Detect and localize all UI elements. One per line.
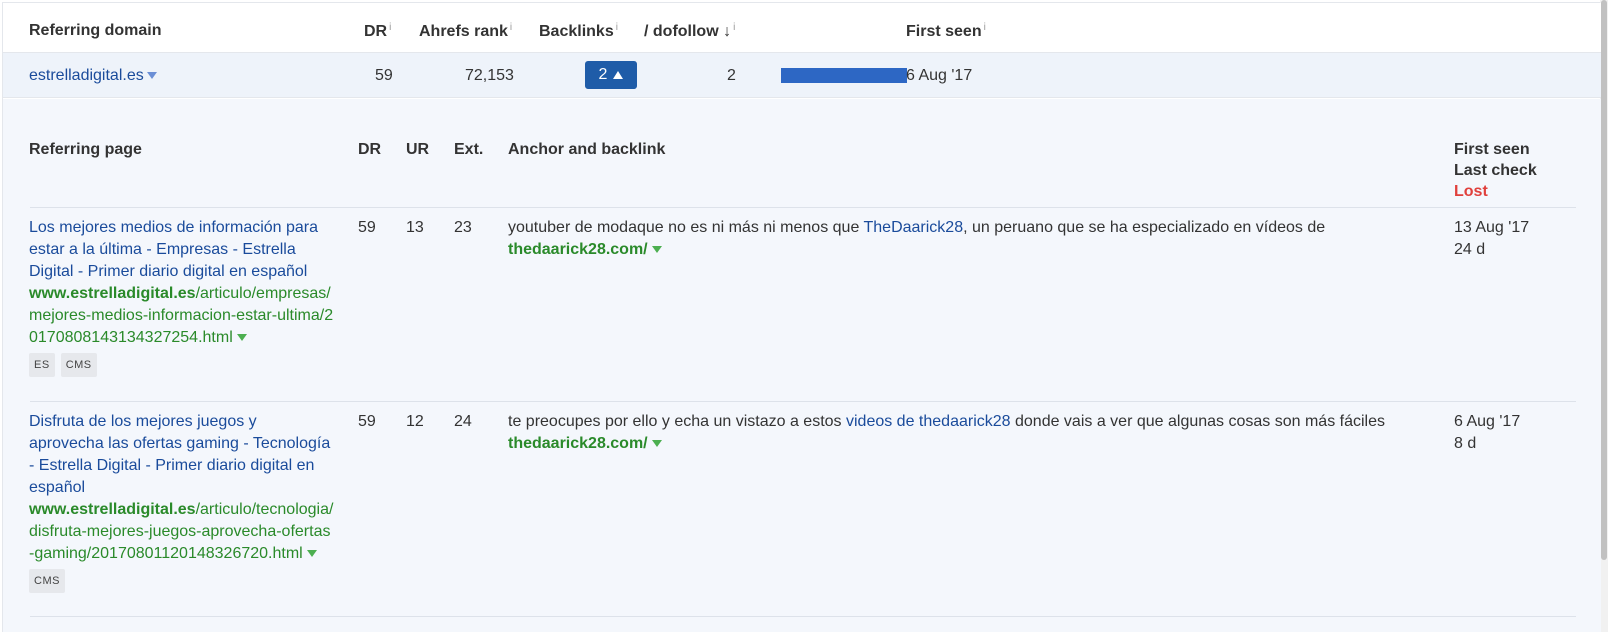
page-ur: 12 [406, 413, 424, 430]
scrollbar-track[interactable] [1600, 0, 1608, 632]
referring-page-title[interactable]: Disfruta de los mejores juegos y aprovec… [29, 411, 334, 499]
col-page-dr[interactable]: DR [358, 139, 381, 160]
info-icon[interactable]: i [733, 22, 735, 33]
dropdown-caret-icon[interactable] [306, 550, 317, 558]
backlinks-toggle-button[interactable]: 2 [585, 61, 637, 89]
anchor-cell: te preocupes por ello y echa un vistazo … [508, 411, 1408, 455]
tag-badge: CMS [29, 569, 65, 593]
page-dr: 59 [358, 219, 376, 236]
anchor-cell: youtuber de modaque no es ni más ni meno… [508, 217, 1428, 261]
info-icon[interactable]: i [389, 22, 391, 33]
col-referring-domain[interactable]: Referring domain [29, 22, 161, 40]
domain-first-seen: 6 Aug '17 [906, 67, 973, 84]
anchor-text: youtuber de modaque no es ni más ni meno… [508, 219, 864, 236]
lost-label: Lost [1454, 183, 1488, 200]
last-check-value: 24 d [1454, 241, 1486, 258]
col-dofollow[interactable]: / dofollow ↓ i [644, 22, 735, 41]
domain-link[interactable]: estrelladigital.es [29, 67, 157, 85]
page-dr: 59 [358, 413, 376, 430]
info-icon[interactable]: i [510, 22, 512, 33]
domain-name[interactable]: estrelladigital.es [29, 67, 144, 84]
anchor-link[interactable]: videos de thedaarick28 [846, 413, 1011, 430]
col-ur[interactable]: UR [406, 139, 429, 160]
info-icon[interactable]: i [616, 22, 618, 33]
anchor-text: , un peruano que se ha especializado en … [963, 219, 1326, 236]
last-check-label: Last check [1454, 162, 1537, 179]
backlinks-count: 2 [598, 66, 608, 83]
tag-badge: ES [29, 353, 55, 377]
page-ext: 23 [454, 219, 472, 236]
dropdown-caret-icon[interactable] [236, 334, 247, 342]
anchor-text: donde vais a ver que algunas cosas son m… [1010, 413, 1385, 430]
first-seen-value: 6 Aug '17 [1454, 413, 1521, 430]
dropdown-caret-icon[interactable] [651, 246, 662, 254]
domain-dr: 59 [375, 67, 393, 84]
anchor-link[interactable]: TheDaarick28 [864, 219, 964, 236]
referring-page-url[interactable]: www.estrelladigital.es/articulo/tecnolog… [29, 499, 334, 565]
page-ext: 24 [454, 413, 472, 430]
last-check-value: 8 d [1454, 435, 1477, 452]
referring-page-url[interactable]: www.estrelladigital.es/articulo/empresas… [29, 283, 334, 349]
row-divider [30, 207, 1576, 208]
row-divider [30, 401, 1576, 402]
table-header: Referring domain DR i Ahrefs rank i Backli… [3, 3, 1601, 53]
dates-cell: 13 Aug '17 24 d [1454, 217, 1529, 261]
info-icon[interactable]: i [984, 22, 986, 33]
col-ext[interactable]: Ext. [454, 139, 483, 160]
col-dr[interactable]: DR i [364, 22, 391, 41]
referring-page-cell: Los mejores medios de información para e… [29, 217, 334, 377]
referring-page-title[interactable]: Los mejores medios de información para e… [29, 217, 334, 283]
row-divider [30, 616, 1576, 617]
referring-page-cell: Disfruta de los mejores juegos y aprovec… [29, 411, 334, 593]
sort-down-icon: ↓ [723, 23, 732, 40]
backlink-url[interactable]: thedaarick28.com/ [508, 241, 648, 258]
backlinks-detail-panel: Referring page DR UR Ext. Anchor and bac… [3, 99, 1601, 632]
tag-badge: CMS [60, 353, 97, 377]
first-seen-label: First seen [1454, 141, 1530, 158]
dofollow-bar [781, 68, 907, 83]
first-seen-value: 13 Aug '17 [1454, 219, 1530, 236]
domain-row: estrelladigital.es 59 72,153 2 2 6 Aug '… [3, 53, 1601, 98]
col-dates[interactable]: First seen Last check Lost [1454, 139, 1537, 202]
referring-domains-table: Referring domain DR i Ahrefs rank i Backli… [2, 2, 1601, 632]
col-referring-page[interactable]: Referring page [29, 139, 142, 160]
tag-list: ES CMS [29, 353, 334, 377]
dropdown-caret-icon[interactable] [651, 440, 662, 448]
collapse-up-icon [613, 71, 624, 79]
dates-cell: 6 Aug '17 8 d [1454, 411, 1520, 455]
anchor-text: te preocupes por ello y echa un vistazo … [508, 413, 846, 430]
backlink-url[interactable]: thedaarick28.com/ [508, 435, 648, 452]
col-first-seen[interactable]: First seen i [906, 22, 986, 41]
page-ur: 13 [406, 219, 424, 236]
domain-dofollow: 2 [727, 67, 736, 84]
tag-list: CMS [29, 569, 334, 593]
col-ahrefs-rank[interactable]: Ahrefs rank i [419, 22, 512, 41]
domain-ahrefs-rank: 72,153 [465, 67, 514, 84]
scrollbar-thumb[interactable] [1601, 0, 1607, 560]
dropdown-caret-icon[interactable] [146, 72, 157, 80]
col-anchor-backlink[interactable]: Anchor and backlink [508, 139, 665, 160]
col-backlinks[interactable]: Backlinks i [539, 22, 618, 41]
